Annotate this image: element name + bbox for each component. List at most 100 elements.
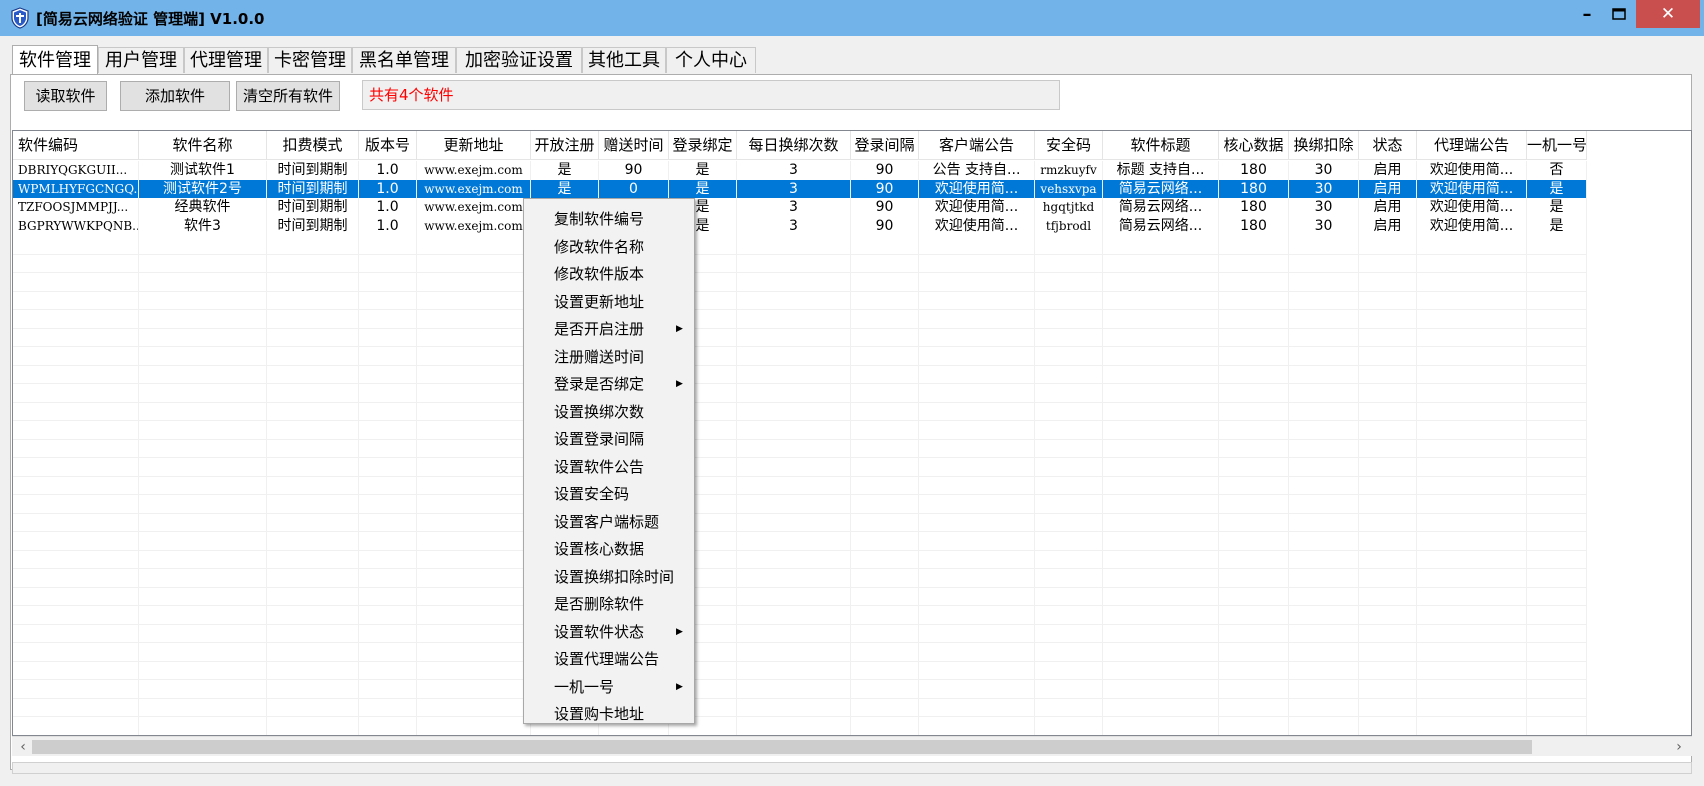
title-bar[interactable]: [简易云网络验证 管理端] V1.0.0 – ✕: [0, 0, 1704, 36]
context-menu-item[interactable]: 修改软件版本: [524, 261, 694, 288]
context-menu-item[interactable]: 设置购卡地址: [524, 701, 694, 728]
tab-user-management[interactable]: 用户管理: [98, 47, 184, 73]
tab-personal-center[interactable]: 个人中心: [666, 47, 756, 73]
add-software-button[interactable]: 添加软件: [120, 81, 230, 111]
empty-cell: [417, 568, 531, 587]
table-row[interactable]: DBRIYQGKGUII... 测试软件1 时间到期制 1.0 www.exejm.co…: [13, 161, 1587, 180]
table-row[interactable]: BGPRYWWKPQNB... 软件3 时间到期制 1.0 www.exejm.com 是…: [13, 216, 1587, 235]
context-menu-item[interactable]: 设置软件状态 ▶: [524, 619, 694, 646]
empty-cell: [139, 697, 267, 716]
empty-cell: [1219, 272, 1289, 291]
context-menu-item[interactable]: 是否删除软件: [524, 591, 694, 618]
empty-row: [13, 716, 1587, 735]
column-header[interactable]: 状态: [1359, 131, 1417, 159]
context-menu-item[interactable]: 设置登录间隔: [524, 426, 694, 453]
column-header[interactable]: 开放注册: [531, 131, 599, 159]
empty-cell: [919, 623, 1035, 642]
column-header[interactable]: 换绑扣除: [1289, 131, 1359, 159]
table-cell: 180: [1219, 161, 1289, 180]
empty-cell: [737, 475, 851, 494]
column-header[interactable]: 代理端公告: [1417, 131, 1527, 159]
table-row[interactable]: WPMLHYFGCNGQ... 测试软件2号 时间到期制 1.0 www.exejm.c…: [13, 179, 1587, 198]
context-menu-item[interactable]: 登录是否绑定 ▶: [524, 371, 694, 398]
column-header[interactable]: 核心数据: [1219, 131, 1289, 159]
context-menu-item[interactable]: 一机一号 ▶: [524, 674, 694, 701]
context-menu-item[interactable]: 修改软件名称: [524, 234, 694, 261]
scrollbar-thumb[interactable]: [32, 740, 1532, 754]
software-table[interactable]: 软件编码 软件名称 扣费模式 版本号 更新地址 开放注册 赠送时间 登录绑定 每日换绑次数 登录间…: [12, 130, 1692, 736]
scroll-right-icon[interactable]: ›: [1670, 737, 1688, 757]
context-menu-item[interactable]: 设置更新地址: [524, 289, 694, 316]
table-cell: 公告 支持自...: [919, 161, 1035, 180]
context-menu-item[interactable]: 是否开启注册 ▶: [524, 316, 694, 343]
horizontal-scrollbar[interactable]: ‹ ›: [12, 736, 1692, 756]
status-bar: [12, 762, 1692, 774]
column-header[interactable]: 版本号: [359, 131, 417, 159]
column-header[interactable]: 赠送时间: [599, 131, 669, 159]
minimize-button[interactable]: –: [1570, 0, 1604, 28]
empty-cell: [1035, 679, 1103, 698]
table-cell: 软件3: [139, 216, 267, 235]
empty-cell: [1035, 697, 1103, 716]
empty-cell: [919, 660, 1035, 679]
tab-software-management[interactable]: 软件管理: [12, 45, 98, 75]
scroll-left-icon[interactable]: ‹: [14, 737, 32, 757]
tab-agent-management[interactable]: 代理管理: [184, 47, 268, 73]
empty-cell: [1359, 586, 1417, 605]
empty-cell: [1289, 605, 1359, 624]
context-menu-item-label: 设置登录间隔: [554, 430, 645, 448]
empty-cell: [851, 272, 919, 291]
context-menu-item[interactable]: 设置换绑扣除时间: [524, 564, 694, 591]
column-header[interactable]: 每日换绑次数: [737, 131, 851, 159]
column-header[interactable]: 扣费模式: [267, 131, 359, 159]
table-cell: 欢迎使用简...: [1417, 179, 1527, 198]
empty-cell: [1527, 549, 1587, 568]
column-header[interactable]: 登录间隔: [851, 131, 919, 159]
column-header[interactable]: 软件编码: [13, 131, 139, 159]
context-menu-item[interactable]: 设置换绑次数: [524, 399, 694, 426]
context-menu-item[interactable]: 设置软件公告: [524, 454, 694, 481]
empty-cell: [13, 586, 139, 605]
tab-blacklist-management[interactable]: 黑名单管理: [352, 47, 456, 73]
empty-cell: [13, 512, 139, 531]
maximize-button[interactable]: [1604, 0, 1634, 28]
column-header[interactable]: 登录绑定: [669, 131, 737, 159]
context-menu-item[interactable]: 设置核心数据: [524, 536, 694, 563]
table-cell: 是: [531, 179, 599, 198]
empty-cell: [1103, 716, 1219, 735]
context-menu-item[interactable]: 复制软件编号: [524, 206, 694, 233]
column-header[interactable]: 一机一号: [1527, 131, 1587, 159]
tab-other-tools[interactable]: 其他工具: [582, 47, 666, 73]
tab-encryption-settings[interactable]: 加密验证设置: [456, 47, 582, 73]
context-menu-item[interactable]: 注册赠送时间: [524, 344, 694, 371]
read-software-button[interactable]: 读取软件: [24, 81, 107, 111]
column-header[interactable]: 软件标题: [1103, 131, 1219, 159]
empty-cell: [359, 290, 417, 309]
empty-cell: [737, 623, 851, 642]
empty-cell: [919, 346, 1035, 365]
submenu-arrow-icon: ▶: [676, 379, 683, 389]
empty-cell: [267, 568, 359, 587]
clear-all-software-button[interactable]: 清空所有软件: [236, 81, 340, 111]
context-menu-item[interactable]: 设置客户端标题: [524, 509, 694, 536]
close-button[interactable]: ✕: [1636, 0, 1700, 28]
empty-row: [13, 383, 1587, 403]
context-menu-item[interactable]: 设置代理端公告: [524, 646, 694, 673]
empty-cell: [1289, 623, 1359, 642]
column-header[interactable]: 更新地址: [417, 131, 531, 159]
empty-cell: [139, 642, 267, 661]
column-header[interactable]: 客户端公告: [919, 131, 1035, 159]
empty-cell: [417, 290, 531, 309]
empty-cell: [1219, 679, 1289, 698]
empty-cell: [13, 309, 139, 328]
column-header[interactable]: 软件名称: [139, 131, 267, 159]
context-menu-item[interactable]: 设置安全码: [524, 481, 694, 508]
table-row[interactable]: TZFOOSJMMPJJ... 经典软件 时间到期制 1.0 www.exejm.com…: [13, 198, 1587, 217]
empty-cell: [139, 457, 267, 476]
column-header[interactable]: 安全码: [1035, 131, 1103, 159]
table-cell: 180: [1219, 179, 1289, 198]
empty-cell: [1527, 364, 1587, 383]
empty-cell: [1417, 549, 1527, 568]
empty-cell: [737, 679, 851, 698]
tab-card-management[interactable]: 卡密管理: [268, 47, 352, 73]
